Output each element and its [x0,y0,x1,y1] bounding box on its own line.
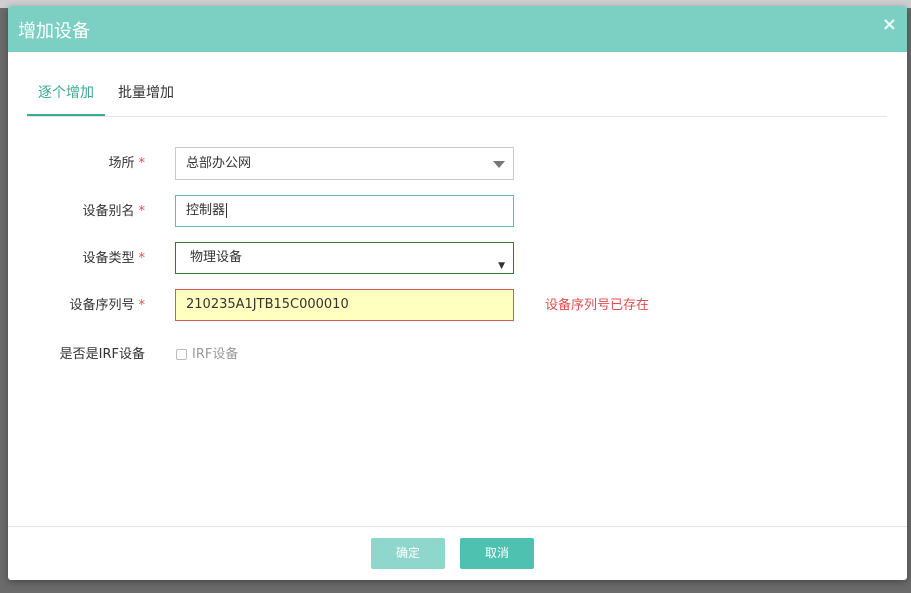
alias-input-value: 控制器 [186,203,226,218]
irf-checkbox-label[interactable]: IRF设备 [192,338,238,372]
form-row-type: 设备类型 * 物理设备 ▼ [8,242,907,276]
chevron-down-icon [493,161,505,168]
required-mark: * [138,156,146,171]
footer-divider [8,526,907,527]
text-cursor [226,203,228,218]
serial-error-message: 设备序列号已存在 [545,298,650,313]
form-row-serial: 设备序列号 * 210235A1JTB15C000010 设备序列号已存在 [8,289,907,323]
alias-label: 设备别名 * [82,195,145,229]
type-label: 设备类型 * [82,242,145,276]
tab-batch-add[interactable]: 批量增加 [118,76,174,114]
tab-bar: 逐个增加 批量增加 [27,76,887,117]
tab-single-add[interactable]: 逐个增加 [27,76,105,116]
device-type-select[interactable]: 物理设备 ▼ [175,242,514,274]
serial-label: 设备序列号 * [69,289,145,323]
serial-input-value: 210235A1JTB15C000010 [186,297,349,312]
cancel-button[interactable]: 取消 [460,538,534,569]
site-label-text: 场所 [108,156,135,171]
device-type-value: 物理设备 [190,250,243,265]
dialog-title: 增加设备 [18,21,90,42]
irf-checkbox[interactable] [176,349,187,360]
form-row-alias: 设备别名 * 控制器 [8,195,907,229]
dialog-header: 增加设备 × [8,6,907,52]
add-device-dialog: 增加设备 × 逐个增加 批量增加 场所 * 总部办公网 设备别名 * 控制器 设备类… [8,6,907,580]
required-mark: * [138,251,146,266]
irf-label-text: 是否是IRF设备 [59,347,145,362]
site-select[interactable]: 总部办公网 [175,147,514,180]
close-icon[interactable]: × [882,14,897,35]
site-label: 场所 * [108,147,145,181]
alias-input[interactable]: 控制器 [175,195,514,227]
serial-input[interactable]: 210235A1JTB15C000010 [175,289,514,321]
caret-down-icon: ▼ [498,261,505,271]
required-mark: * [138,298,146,313]
confirm-button[interactable]: 确定 [371,538,445,569]
required-mark: * [138,204,146,219]
alias-label-text: 设备别名 [82,204,135,219]
site-select-value: 总部办公网 [186,156,252,171]
form-row-irf: 是否是IRF设备 IRF设备 [8,338,907,372]
type-label-text: 设备类型 [82,251,135,266]
serial-label-text: 设备序列号 [69,298,135,313]
irf-label: 是否是IRF设备 [60,338,145,372]
form-row-site: 场所 * 总部办公网 [8,147,907,181]
